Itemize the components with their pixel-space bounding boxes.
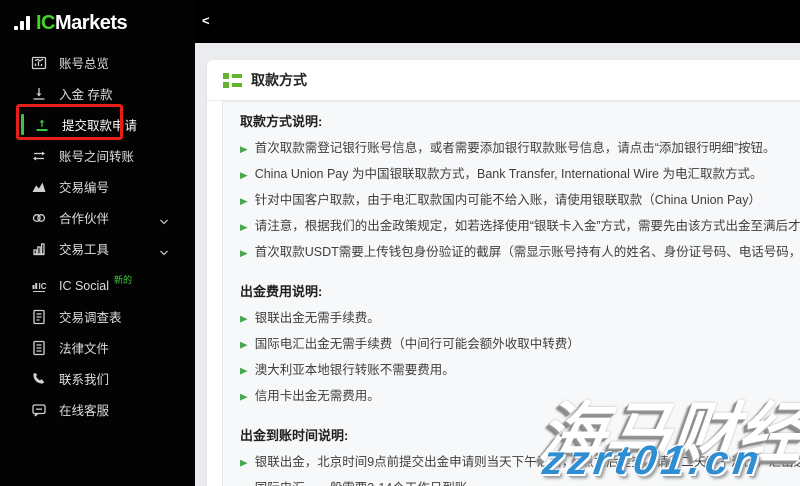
bullet-text: 请注意，根据我们的出金政策规定，如若选择使用“银联卡入金”方式，需要先由该方式出… xyxy=(254,219,800,233)
bullet-item: ▶ 请注意，根据我们的出金政策规定，如若选择使用“银联卡入金”方式，需要先由该方式… xyxy=(240,215,800,234)
sidebar-item-label: 合作伙伴 xyxy=(59,212,110,226)
bullet-text: China Union Pay 为中国银联取款方式，Bank Transfer,… xyxy=(254,167,763,181)
bullet-arrow-icon: ▶ xyxy=(240,170,248,181)
topbar: < xyxy=(195,0,800,43)
bullet-text: 国际电汇，一般需要2-14个工作日到账。 xyxy=(255,477,480,486)
logo-text-ic: IC xyxy=(36,12,56,34)
bullet-item: ▶国际电汇，一般需要2-14个工作日到账。 xyxy=(240,477,800,486)
bullet-text: 首次取款需登记银行账号信息，或者需要添加银行取款账号信息，请点击“添加银行明细”… xyxy=(254,141,776,155)
bullet-item: ▶ 银联出金无需手续费。 xyxy=(240,307,800,326)
contact-icon xyxy=(30,370,47,387)
app-window: IC Markets 账号总览 入金 存款 提交取款申请 账号之间转账 交易编号… xyxy=(0,0,800,486)
deposit-icon xyxy=(30,85,47,102)
bullet-text: 澳大利亚本地银行转账不需要费用。 xyxy=(254,363,455,377)
bullet-text: 银联出金无需手续费。 xyxy=(254,311,380,325)
bullet-arrow-icon: ▶ xyxy=(240,248,248,259)
ic-social-icon: IC xyxy=(30,277,47,294)
account-overview-icon xyxy=(30,54,47,71)
sidebar-item-label: 交易编号 xyxy=(59,181,110,195)
sidebar-item-label: 联系我们 xyxy=(59,373,110,387)
section-arrival-time: 出金到账时间说明: ▶ 银联出金，北京时间9点前提交出金申请则当天下午汇出，9点之… xyxy=(240,425,800,486)
bullet-arrow-icon: ▶ xyxy=(240,392,248,403)
partners-icon xyxy=(30,209,47,226)
bullet-item: ▶ 首次取款需登记银行账号信息，或者需要添加银行取款账号信息，请点击“添加银行明细… xyxy=(240,137,800,156)
bullet-arrow-icon: ▶ xyxy=(240,340,248,351)
sidebar-item-trading-tools[interactable]: 交易工具 xyxy=(0,233,195,264)
sidebar-item-label: 账号总览 xyxy=(59,57,110,71)
sidebar-item-label: IC Social xyxy=(59,278,110,293)
bullet-item: ▶ 银联出金，北京时间9点前提交出金申请则当天下午汇出，9点之后提交申请第二天下午… xyxy=(240,451,800,470)
sidebar-item-label: 账号之间转账 xyxy=(59,150,135,164)
bullet-item: ▶ 国际电汇出金无需手续费（中间行可能会额外收取中转费） xyxy=(240,333,800,352)
withdraw-methods-card: 取款方式 取款方式说明: ▶ 首次取款需登记银行账号信息，或者需要添加银行取款账号… xyxy=(207,60,800,486)
sidebar-item-label: 交易调查表 xyxy=(59,311,122,325)
sidebar-item-legal[interactable]: 法律文件 xyxy=(0,332,195,363)
page-title: 取款方式 xyxy=(251,72,307,88)
chevron-down-icon xyxy=(159,213,169,231)
transfer-icon xyxy=(30,147,47,164)
main-content: 取款方式 取款方式说明: ▶ 首次取款需登记银行账号信息，或者需要添加银行取款账号… xyxy=(195,43,800,486)
list-icon xyxy=(223,72,242,88)
bullet-text: 国际电汇出金无需手续费（中间行可能会额外收取中转费） xyxy=(254,337,580,351)
bullet-text: 信用卡出金无需费用。 xyxy=(254,389,380,403)
sidebar-item-label: 在线客服 xyxy=(59,404,110,418)
sidebar-item-ic-social[interactable]: IC IC Social 新的 xyxy=(0,270,195,301)
bullet-arrow-icon: ▶ xyxy=(240,314,248,325)
bullet-arrow-icon: ▶ xyxy=(240,458,248,469)
sidebar-item-partners[interactable]: 合作伙伴 xyxy=(0,202,195,233)
sidebar-item-account-overview[interactable]: 账号总览 xyxy=(0,47,195,78)
survey-icon xyxy=(30,308,47,325)
section-withdraw-fees: 出金费用说明: ▶ 银联出金无需手续费。 ▶ 国际电汇出金无需手续费（中间行可能会额… xyxy=(240,281,800,404)
bullet-text: 针对中国客户取款，由于电汇取款国内可能不给入账，请使用银联取款（China Un… xyxy=(254,193,762,207)
bullet-item: ▶ 澳大利亚本地银行转账不需要费用。 xyxy=(240,359,800,378)
svg-text:IC: IC xyxy=(38,282,46,291)
bullet-item: ▶ 信用卡出金无需费用。 xyxy=(240,385,800,404)
section-heading: 取款方式说明: xyxy=(240,114,323,129)
sidebar-item-label: 入金 存款 xyxy=(59,88,113,102)
section-withdraw-methods: 取款方式说明: ▶ 首次取款需登记银行账号信息，或者需要添加银行取款账号信息，请点… xyxy=(240,111,800,260)
logo-text-markets: Markets xyxy=(55,12,128,34)
logo-bars-icon xyxy=(14,16,32,30)
sidebar: IC Markets 账号总览 入金 存款 提交取款申请 账号之间转账 交易编号… xyxy=(0,0,195,486)
bullet-item: ▶ China Union Pay 为中国银联取款方式，Bank Transfer… xyxy=(240,163,800,182)
card-header: 取款方式 xyxy=(207,60,800,101)
bullet-arrow-icon: ▶ xyxy=(240,222,248,233)
section-heading: 出金到账时间说明: xyxy=(240,428,349,443)
sidebar-item-survey[interactable]: 交易调查表 xyxy=(0,301,195,332)
sidebar-item-livechat[interactable]: 在线客服 xyxy=(0,394,195,425)
withdraw-info-box: 取款方式说明: ▶ 首次取款需登记银行账号信息，或者需要添加银行取款账号信息，请点… xyxy=(222,101,800,486)
sidebar-item-label: 交易工具 xyxy=(59,243,110,257)
sidebar-item-trade-history[interactable]: 交易编号 xyxy=(0,171,195,202)
section-heading: 出金费用说明: xyxy=(240,284,323,299)
trade-history-icon xyxy=(30,178,47,195)
bullet-text: 银联出金，北京时间9点前提交出金申请则当天下午汇出，9点之后提交申请第二天下午汇… xyxy=(254,455,800,469)
bullet-item: ▶ 首次取款USDT需要上传钱包身份验证的截屏（需显示账号持有人的姓名、身份证号码… xyxy=(240,241,800,260)
trading-tools-icon xyxy=(30,240,47,257)
bullet-item: ▶ 针对中国客户取款，由于电汇取款国内可能不给入账，请使用银联取款（China U… xyxy=(240,189,800,208)
icmarkets-logo[interactable]: IC Markets xyxy=(14,9,128,35)
chevron-down-icon xyxy=(159,244,169,262)
bullet-text: 首次取款USDT需要上传钱包身份验证的截屏（需显示账号持有人的姓名、身份证号码、… xyxy=(254,245,800,259)
bullet-arrow-icon: ▶ xyxy=(240,366,248,377)
new-badge: 新的 xyxy=(114,275,133,285)
bullet-arrow-icon: ▶ xyxy=(240,196,248,207)
sidebar-item-transfer[interactable]: 账号之间转账 xyxy=(0,140,195,171)
sidebar-item-label: 法律文件 xyxy=(59,342,110,356)
livechat-icon xyxy=(30,401,47,418)
sidebar-collapse-icon[interactable]: < xyxy=(202,13,210,28)
annotation-highlight-box xyxy=(16,104,123,140)
legal-icon xyxy=(30,339,47,356)
sidebar-item-contact[interactable]: 联系我们 xyxy=(0,363,195,394)
bullet-arrow-icon: ▶ xyxy=(240,144,248,155)
